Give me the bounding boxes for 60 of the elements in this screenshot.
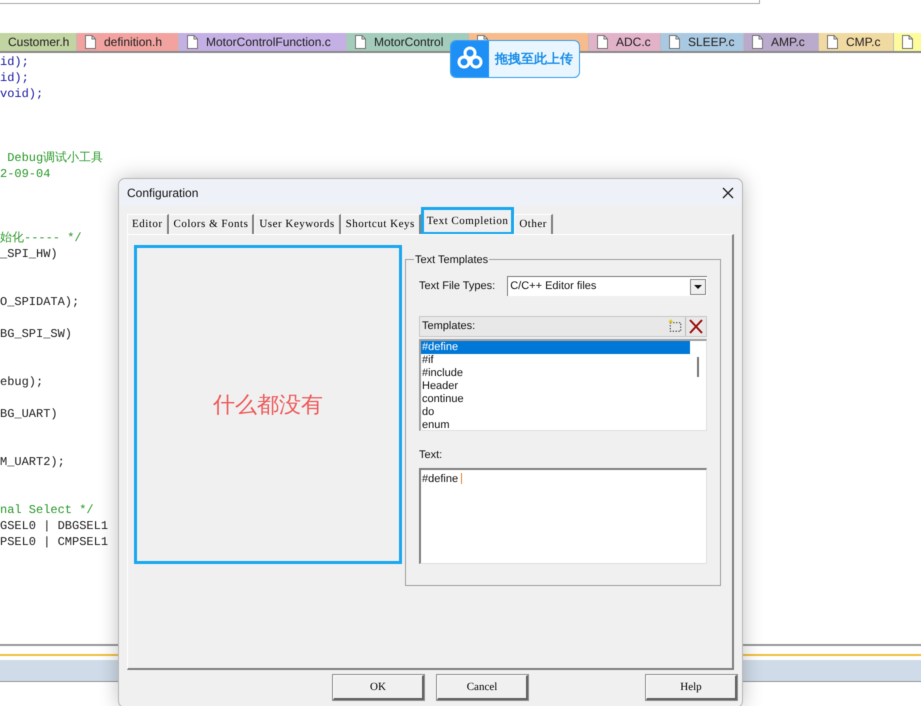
- file-icon: [85, 35, 96, 49]
- cloud-icon: [451, 41, 489, 77]
- text-label: Text:: [419, 448, 444, 463]
- file-tab[interactable]: MotorControl: [347, 33, 469, 51]
- file-tab[interactable]: SLEEP.c: [661, 33, 744, 51]
- file-icon: [597, 35, 608, 49]
- file-tab[interactable]: MotorControlFunction.c: [179, 33, 347, 51]
- file-tab[interactable]: ADC.c: [589, 33, 661, 51]
- templates-label: Templates:: [422, 319, 476, 334]
- settings-tab[interactable]: Other: [514, 214, 553, 234]
- new-item-icon[interactable]: [666, 317, 686, 336]
- annotation-note: 什么都没有: [213, 391, 323, 419]
- code-line: ebug);: [0, 375, 44, 389]
- template-item[interactable]: enum: [421, 419, 690, 430]
- window-title: Configuration: [127, 184, 198, 202]
- file-types-label: Text File Types:: [419, 278, 496, 294]
- settings-tab[interactable]: Colors & Fonts: [168, 214, 254, 234]
- group-title: Text Templates: [414, 252, 490, 268]
- code-line: 2-09-04: [0, 167, 50, 181]
- code-line: id);: [0, 55, 29, 69]
- file-icon: [187, 35, 198, 49]
- settings-tab[interactable]: Text Completion: [420, 207, 514, 235]
- template-item[interactable]: do: [421, 406, 690, 419]
- dialog-button[interactable]: OK: [333, 675, 424, 700]
- settings-tab[interactable]: Editor: [127, 214, 168, 234]
- code-line: GSEL0 | DBGSEL1: [0, 519, 108, 533]
- caret-icon: [690, 278, 706, 294]
- text-cursor: [461, 472, 462, 484]
- file-tab[interactable]: AMP.c: [744, 33, 819, 51]
- code-line: void);: [0, 87, 44, 101]
- code-line: BG_SPI_SW): [0, 327, 72, 341]
- file-icon: [902, 35, 913, 49]
- code-line: Debug调试小工具: [6, 151, 104, 165]
- template-item[interactable]: #include: [421, 367, 690, 380]
- file-icon: [355, 35, 366, 49]
- code-line: O_SPIDATA);: [0, 295, 80, 309]
- code-line: PSEL0 | CMPSEL1: [0, 535, 108, 549]
- file-types-dropdown[interactable]: C/C++ Editor files: [507, 276, 707, 296]
- upload-hint: 拖拽至此上传: [495, 50, 573, 68]
- template-item[interactable]: #if: [421, 354, 690, 367]
- code-line: BG_UART): [0, 407, 58, 421]
- dialog-button[interactable]: Cancel: [437, 675, 528, 700]
- template-item[interactable]: Header: [421, 380, 690, 393]
- template-item[interactable]: #define: [421, 341, 690, 354]
- code-line: nal Select */: [0, 503, 94, 517]
- code-line: id);: [0, 71, 29, 85]
- code-line: M_UART2);: [0, 455, 65, 469]
- file-icon: [752, 35, 763, 49]
- file-tab[interactable]: definition.h: [77, 33, 179, 51]
- file-tab[interactable]: CMP.c: [819, 33, 894, 51]
- code-line: 始化----- */: [0, 231, 82, 245]
- template-item[interactable]: continue: [421, 393, 690, 406]
- file-icon: [827, 35, 838, 49]
- file-icon: [669, 35, 680, 49]
- close-icon[interactable]: [722, 186, 734, 198]
- file-tab[interactable]: Customer.h: [0, 33, 77, 51]
- code-line: _SPI_HW): [0, 247, 58, 261]
- settings-tab[interactable]: User Keywords: [254, 214, 341, 234]
- text-field[interactable]: #define: [419, 468, 707, 564]
- dialog-button[interactable]: Help: [646, 675, 737, 700]
